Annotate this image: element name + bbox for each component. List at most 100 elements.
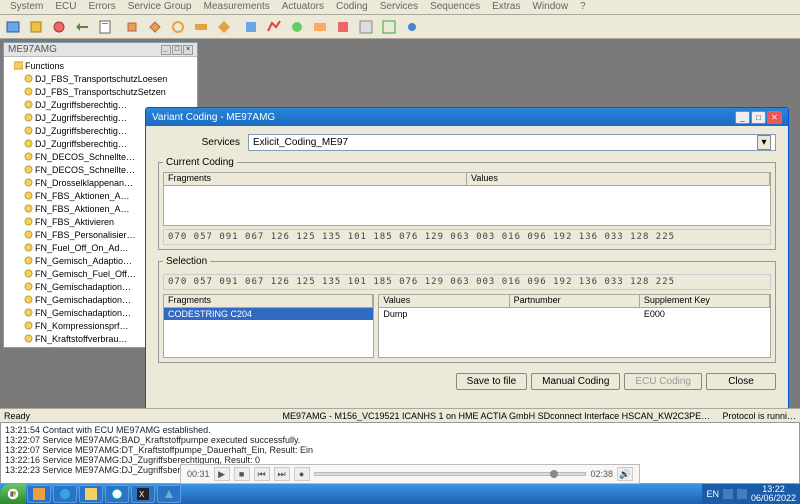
toolbar-btn-12[interactable] xyxy=(263,17,285,37)
gear-icon xyxy=(24,126,33,135)
gear-icon xyxy=(24,191,33,200)
tree-close-icon[interactable]: × xyxy=(183,45,193,55)
gear-icon xyxy=(24,100,33,109)
tree-item-label: DJ_FBS_TransportschutzSetzen xyxy=(35,87,166,97)
stop-button[interactable]: ■ xyxy=(234,467,250,481)
menu-sequences[interactable]: Sequences xyxy=(424,0,486,14)
save-button[interactable]: Save to file xyxy=(456,373,527,390)
toolbar-btn-18[interactable] xyxy=(401,17,423,37)
manual-coding-button[interactable]: Manual Coding xyxy=(531,373,620,390)
sel-col-suppkey[interactable]: Supplement Key xyxy=(640,295,770,307)
ecu-coding-button: ECU Coding xyxy=(624,373,702,390)
tree-item[interactable]: DJ_FBS_TransportschutzSetzen xyxy=(6,85,195,98)
toolbar-btn-15[interactable] xyxy=(332,17,354,37)
rec-button[interactable]: ● xyxy=(294,467,310,481)
toolbar-btn-8[interactable] xyxy=(167,17,189,37)
tree-item-label: DJ_Zugriffsberechtig… xyxy=(35,113,127,123)
task-app-2[interactable] xyxy=(53,485,77,503)
sel-col-fragments[interactable]: Fragments xyxy=(164,295,373,307)
tree-root[interactable]: Functions xyxy=(6,59,195,72)
fragment-selected[interactable]: CODESTRING C204 xyxy=(164,308,373,320)
start-button[interactable] xyxy=(0,484,26,504)
tree-item-label: FN_DECOS_Schnellte… xyxy=(35,152,135,162)
toolbar-btn-16[interactable] xyxy=(355,17,377,37)
toolbar-btn-17[interactable] xyxy=(378,17,400,37)
sel-col-partnumber[interactable]: Partnumber xyxy=(510,295,640,307)
menu-services[interactable]: Services xyxy=(374,0,424,14)
task-app-1[interactable] xyxy=(27,485,51,503)
log-line: 13:21:54 Contact with ECU ME97AMG establ… xyxy=(5,425,795,435)
task-app-3[interactable] xyxy=(79,485,103,503)
current-table-header: Fragments Values xyxy=(163,172,771,186)
close-button[interactable]: Close xyxy=(706,373,776,390)
task-app-5[interactable]: X xyxy=(131,485,155,503)
values-list[interactable]: Dump E000 xyxy=(378,308,771,358)
col-values[interactable]: Values xyxy=(467,173,770,185)
progress-slider[interactable] xyxy=(314,472,587,476)
dialog-max-icon[interactable]: □ xyxy=(751,111,766,124)
toolbar-btn-14[interactable] xyxy=(309,17,331,37)
menu-actuators[interactable]: Actuators xyxy=(276,0,330,14)
svg-text:X: X xyxy=(139,490,145,499)
gear-icon xyxy=(24,87,33,96)
fragments-list[interactable]: CODESTRING C204 xyxy=(163,308,374,358)
menu-help[interactable]: ? xyxy=(574,0,592,14)
gear-icon xyxy=(24,308,33,317)
tree-item-label: FN_DECOS_Schnellte… xyxy=(35,165,135,175)
menu-errors[interactable]: Errors xyxy=(82,0,121,14)
slider-thumb[interactable] xyxy=(550,470,558,478)
clock-date[interactable]: 06/06/2022 xyxy=(751,493,796,503)
gear-icon xyxy=(24,321,33,330)
menu-extras[interactable]: Extras xyxy=(486,0,526,14)
variant-coding-dialog: Variant Coding - ME97AMG _ □ ✕ Services … xyxy=(145,107,789,437)
toolbar-btn-3[interactable] xyxy=(48,17,70,37)
value-name[interactable]: Dump xyxy=(379,308,509,320)
toolbar-btn-13[interactable] xyxy=(286,17,308,37)
tree-item-label: FN_FBS_Aktionen_A… xyxy=(35,191,130,201)
tree-min-icon[interactable]: _ xyxy=(161,45,171,55)
prev-button[interactable]: ⏮ xyxy=(254,467,270,481)
tray-vol-icon[interactable] xyxy=(737,489,747,499)
value-partnumber xyxy=(510,308,640,320)
tree-item-label: FN_Kraftstoffverbrau… xyxy=(35,334,127,344)
toolbar-btn-10[interactable] xyxy=(213,17,235,37)
menu-ecu[interactable]: ECU xyxy=(49,0,82,14)
play-button[interactable]: ▶ xyxy=(214,467,230,481)
sel-col-values[interactable]: Values xyxy=(379,295,509,307)
statusbar: Ready ME97AMG - M156_VC19521 ICANHS 1 on… xyxy=(0,408,800,422)
toolbar-btn-9[interactable] xyxy=(190,17,212,37)
col-fragments[interactable]: Fragments xyxy=(164,173,467,185)
tray-lang[interactable]: EN xyxy=(706,489,719,499)
toolbar-btn-2[interactable] xyxy=(25,17,47,37)
menu-system[interactable]: System xyxy=(4,0,49,14)
menu-measurements[interactable]: Measurements xyxy=(198,0,276,14)
chevron-down-icon[interactable]: ▾ xyxy=(757,135,771,150)
toolbar-btn-7[interactable] xyxy=(144,17,166,37)
dialog-min-icon[interactable]: _ xyxy=(735,111,750,124)
task-app-6[interactable] xyxy=(157,485,181,503)
toolbar-btn-4[interactable] xyxy=(71,17,93,37)
tree-pin-icon[interactable]: □ xyxy=(172,45,182,55)
tree-item-label: FN_Kompressionsprf… xyxy=(35,321,129,331)
menu-coding[interactable]: Coding xyxy=(330,0,374,14)
menu-service-group[interactable]: Service Group xyxy=(122,0,198,14)
menu-window[interactable]: Window xyxy=(526,0,574,14)
task-app-4[interactable] xyxy=(105,485,129,503)
toolbar xyxy=(0,15,800,39)
tree-title-text: ME97AMG xyxy=(8,44,57,55)
toolbar-btn-6[interactable] xyxy=(121,17,143,37)
toolbar-btn-11[interactable] xyxy=(240,17,262,37)
tree-item-label: FN_FBS_Aktivieren xyxy=(35,217,114,227)
next-button[interactable]: ⏭ xyxy=(274,467,290,481)
services-combo[interactable]: Exlicit_Coding_ME97 ▾ xyxy=(248,134,776,151)
tray-net-icon[interactable] xyxy=(723,489,733,499)
gear-icon xyxy=(24,256,33,265)
toolbar-btn-5[interactable] xyxy=(94,17,116,37)
dialog-close-icon[interactable]: ✕ xyxy=(767,111,782,124)
toolbar-btn-1[interactable] xyxy=(2,17,24,37)
tree-item-label: FN_Gemisch_Adaptio… xyxy=(35,256,132,266)
dialog-titlebar[interactable]: Variant Coding - ME97AMG _ □ ✕ xyxy=(146,108,788,126)
tree-item-label: DJ_Zugriffsberechtig… xyxy=(35,100,127,110)
tree-item[interactable]: DJ_FBS_TransportschutzLoesen xyxy=(6,72,195,85)
vol-button[interactable]: 🔊 xyxy=(617,467,633,481)
